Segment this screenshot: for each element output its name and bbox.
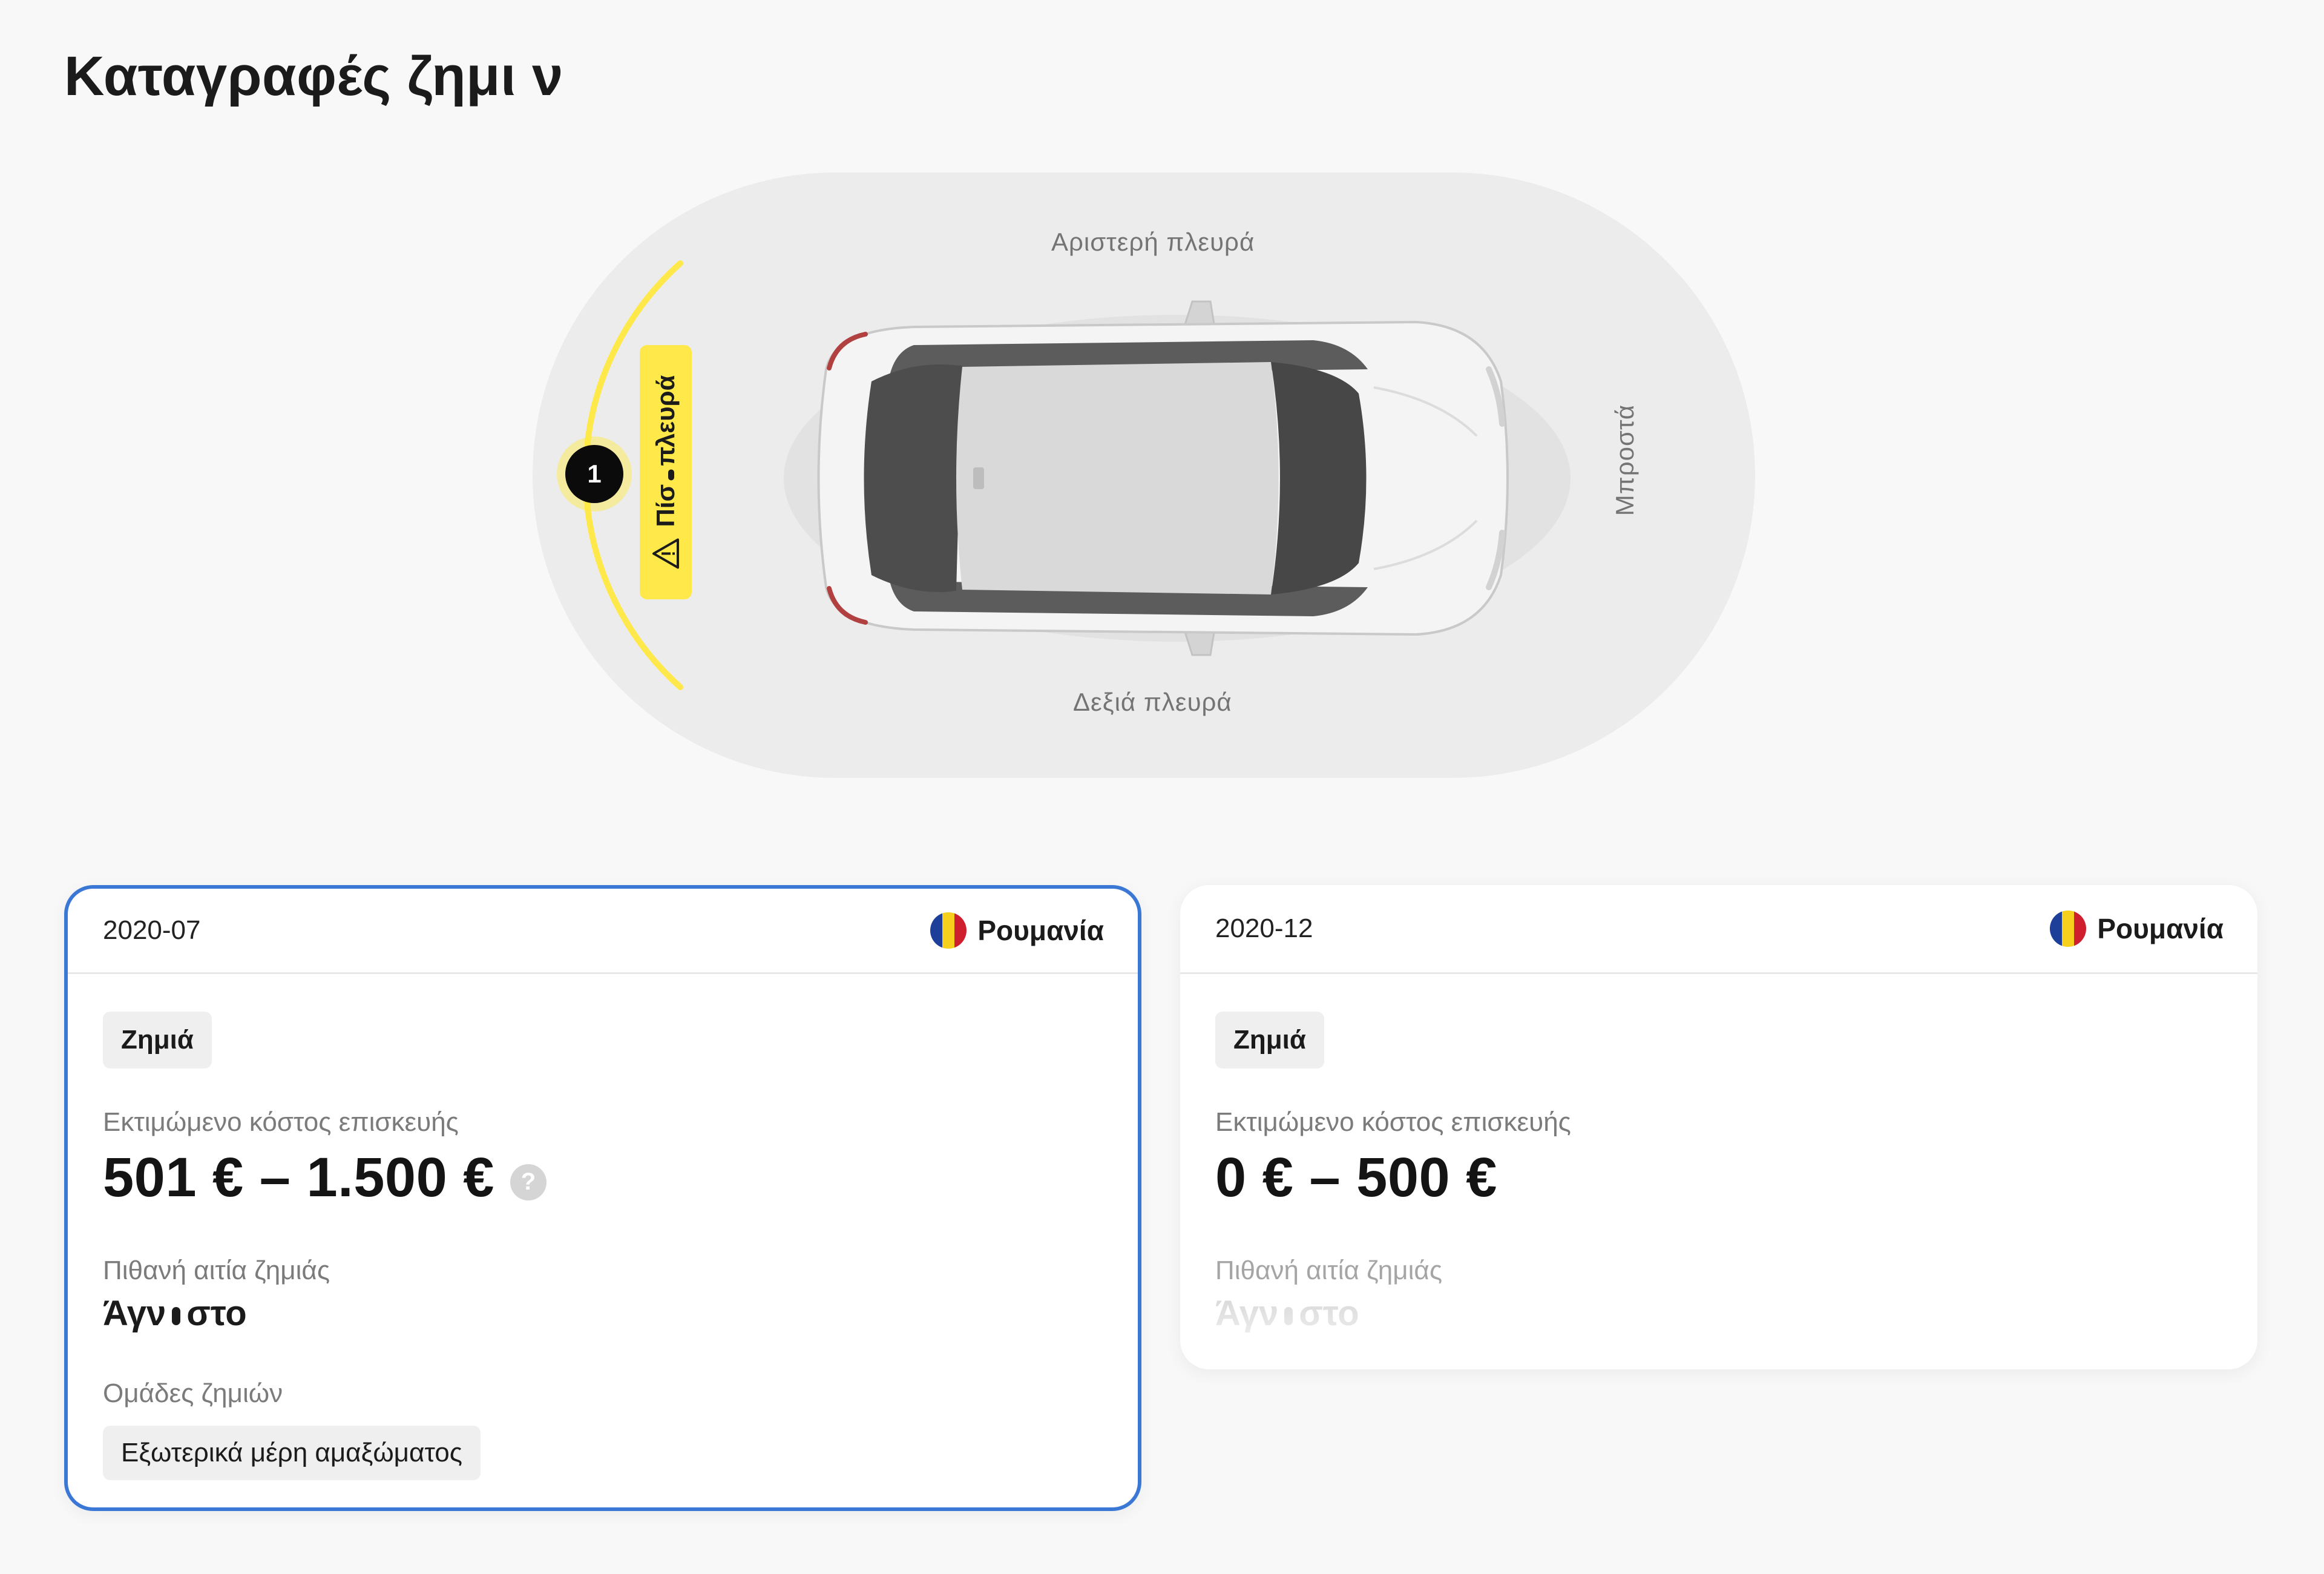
damage-cause-value: Άγν στο <box>103 1294 247 1333</box>
romania-flag-icon <box>2050 910 2087 947</box>
country-name: Ρουμανία <box>2097 913 2224 944</box>
romania-flag-icon <box>930 912 967 949</box>
faded-preview: Πιθανή αιτία ζημιάς Άγν στο <box>1215 1256 2222 1352</box>
damage-group-tag: Εξωτερικά μέρη αμαξώματος <box>103 1426 481 1480</box>
card-body: Ζημιά Εκτιμώμενο κόστος επισκευής 0 € – … <box>1180 974 2257 1352</box>
damage-record-card[interactable]: 2020-07 Ρουμανία Ζημιά Εκτιμώμενο κόστος… <box>64 885 1141 1511</box>
rear-zone-chip[interactable]: Πίσπλευρά <box>640 345 692 599</box>
damage-record-card[interactable]: 2020-12 Ρουμανία Ζημιά Εκτιμώμενο κόστος… <box>1180 885 2257 1369</box>
rear-zone-label: Πίσπλευρά <box>651 375 680 527</box>
damage-zone-marker[interactable]: 1 <box>565 445 623 503</box>
damage-cause-label: Πιθανή αιτία ζημιάς <box>1215 1256 1443 1285</box>
damage-tag: Ζημιά <box>103 1012 212 1069</box>
car-top-view <box>784 300 1571 656</box>
repair-cost-row: 0 € – 500 € <box>1215 1146 2222 1210</box>
help-icon[interactable]: ? <box>510 1164 547 1200</box>
damage-records-page: Καταγραφές ζημι ν Αριστερή πλευρά Δεξιά … <box>0 0 2324 1574</box>
page-title: Καταγραφές ζημι ν <box>64 45 563 107</box>
repair-cost-value: 501 € – 1.500 € <box>103 1147 494 1208</box>
country-name: Ρουμανία <box>977 915 1104 946</box>
front-label: Μπροστά <box>1610 404 1639 516</box>
repair-cost-row: 501 € – 1.500 € ? <box>103 1146 1103 1210</box>
record-country: Ρουμανία <box>2050 910 2224 947</box>
card-body: Ζημιά Εκτιμώμενο κόστος επισκευής 501 € … <box>68 974 1138 1480</box>
repair-cost-label: Εκτιμώμενο κόστος επισκευής <box>1215 1107 1571 1137</box>
rear-zone-chip-content: Πίσπλευρά <box>651 375 680 570</box>
repair-cost-label: Εκτιμώμενο κόστος επισκευής <box>103 1107 459 1137</box>
damage-groups-label: Ομάδες ζημιών <box>103 1378 283 1408</box>
record-country: Ρουμανία <box>930 912 1104 949</box>
card-header: 2020-07 Ρουμανία <box>68 889 1138 974</box>
damage-tag: Ζημιά <box>1215 1012 1324 1069</box>
marker-number: 1 <box>587 459 602 488</box>
repair-cost-value: 0 € – 500 € <box>1215 1147 1497 1208</box>
record-date: 2020-07 <box>103 915 201 945</box>
right-side-label: Δεξιά πλευρά <box>1073 688 1232 716</box>
car-damage-diagram: Αριστερή πλευρά Δεξιά πλευρά Μπροστά 1 Π… <box>533 170 1755 781</box>
left-side-label: Αριστερή πλευρά <box>1051 228 1255 256</box>
damage-cause-value: Άγν στο <box>1215 1294 1359 1333</box>
card-header: 2020-12 Ρουμανία <box>1180 885 2257 974</box>
warning-icon <box>651 538 680 569</box>
damage-cause-label: Πιθανή αιτία ζημιάς <box>103 1256 330 1285</box>
record-date: 2020-12 <box>1215 914 1313 943</box>
